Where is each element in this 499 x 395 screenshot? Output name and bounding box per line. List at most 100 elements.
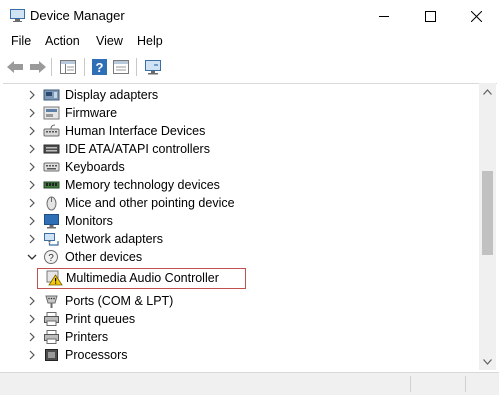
scan-hardware-button[interactable] [143,57,163,77]
scroll-up-button[interactable] [479,83,496,100]
chevron-up-icon [483,88,492,95]
menu-bar: File Action View Help [0,32,499,52]
maximize-icon [424,10,436,22]
tree-item-label: Mice and other pointing device [65,196,235,210]
tree-item-human-interface-devices[interactable]: Human Interface Devices [3,122,478,140]
toolbar-separator [51,58,52,76]
menu-action[interactable]: Action [45,34,80,48]
menu-view[interactable]: View [96,34,123,48]
tree-item-firmware[interactable]: Firmware [3,104,478,122]
tree-item-processors[interactable]: Processors [3,346,478,364]
toolbar-separator [136,58,137,76]
tree-item-print-queues[interactable]: Print queues [3,310,478,328]
chevron-right-icon[interactable] [26,313,38,325]
tree-item-label: IDE ATA/ATAPI controllers [65,142,210,156]
other-devices-icon: ? [44,250,58,264]
warning-device-icon [46,270,63,286]
monitor-icon [44,214,59,229]
tree-item-label: Printers [65,330,109,344]
device-manager-window: Device Manager File Action View Help ? D… [0,0,499,395]
network-icon [44,233,59,246]
tree-item-label: Display adapters [65,88,159,102]
printer-icon [44,330,59,344]
scrollbar-thumb[interactable] [482,171,493,255]
back-icon [7,61,23,73]
chevron-right-icon[interactable] [26,215,38,227]
memory-icon [43,181,60,189]
firmware-icon [43,106,60,120]
tree-item-label: Keyboards [65,160,125,174]
tree-item-display-adapters[interactable]: Display adapters [3,86,478,104]
chevron-right-icon[interactable] [26,161,38,173]
chevron-right-icon[interactable] [26,143,38,155]
maximize-button[interactable] [407,0,453,32]
forward-icon [30,61,46,73]
show-hide-console-tree-button[interactable] [58,57,78,77]
tree-item-ports[interactable]: Ports (COM & LPT) [3,292,478,310]
tree-item-label: Other devices [65,250,143,264]
chevron-right-icon[interactable] [26,125,38,137]
chevron-down-icon[interactable] [26,251,38,263]
tree-item-other-devices[interactable]: ? Other devices [3,248,478,266]
tree-item-label: Processors [65,348,128,362]
processor-icon [45,349,58,361]
svg-text:?: ? [48,253,54,264]
mouse-icon [46,196,57,211]
properties-icon [113,60,129,74]
tree-item-monitors[interactable]: Monitors [3,212,478,230]
tree-item-label: Memory technology devices [65,178,220,192]
chevron-right-icon[interactable] [26,179,38,191]
status-bar [0,372,499,395]
tree-item-printers[interactable]: Printers [3,328,478,346]
tree-item-label: Firmware [65,106,118,120]
tree-item-label: Multimedia Audio Controller [66,271,219,285]
chevron-right-icon[interactable] [26,349,38,361]
toolbar-separator [84,58,85,76]
close-button[interactable] [453,0,499,32]
tree-item-multimedia-audio-controller[interactable]: Multimedia Audio Controller [37,268,246,289]
window-title: Device Manager [30,8,125,23]
port-icon [45,295,58,308]
minimize-icon [379,16,389,17]
back-button[interactable] [5,57,25,77]
menu-help[interactable]: Help [137,34,163,48]
tree-item-network-adapters[interactable]: Network adapters [3,230,478,248]
printer-icon [44,312,59,326]
device-tree[interactable]: Display adapters Firmware Human Interfac… [3,83,497,371]
forward-button[interactable] [28,57,48,77]
scroll-down-button[interactable] [479,353,496,370]
tree-item-label: Monitors [65,214,113,228]
chevron-down-icon [483,358,492,365]
chevron-right-icon[interactable] [26,233,38,245]
tree-item-ide-ata-atapi-controllers[interactable]: IDE ATA/ATAPI controllers [3,140,478,158]
chevron-right-icon[interactable] [26,107,38,119]
tree-item-memory-technology-devices[interactable]: Memory technology devices [3,176,478,194]
title-bar: Device Manager [0,0,499,32]
chevron-right-icon[interactable] [26,197,38,209]
tree-item-mice[interactable]: Mice and other pointing device [3,194,478,212]
vertical-scrollbar[interactable] [479,83,496,370]
close-icon [470,10,482,22]
svg-text:?: ? [95,60,103,75]
tree-item-label: Network adapters [65,232,163,246]
menu-file[interactable]: File [11,34,31,48]
properties-button[interactable] [111,57,131,77]
help-button[interactable]: ? [89,57,109,77]
ide-controller-icon [43,144,60,154]
show-hide-console-tree-icon [60,60,76,74]
scan-hardware-icon [145,60,161,75]
chevron-right-icon[interactable] [26,89,38,101]
keyboard-icon [43,162,60,172]
minimize-button[interactable] [361,0,407,32]
hid-icon [43,124,60,137]
chevron-right-icon[interactable] [26,295,38,307]
tree-item-keyboards[interactable]: Keyboards [3,158,478,176]
help-icon: ? [91,59,107,75]
tree-item-label: Print queues [65,312,136,326]
tree-item-label: Ports (COM & LPT) [65,294,174,308]
chevron-right-icon[interactable] [26,331,38,343]
display-adapter-icon [43,89,60,101]
status-divider [410,376,411,392]
status-divider [465,376,466,392]
toolbar: ? [0,52,499,82]
